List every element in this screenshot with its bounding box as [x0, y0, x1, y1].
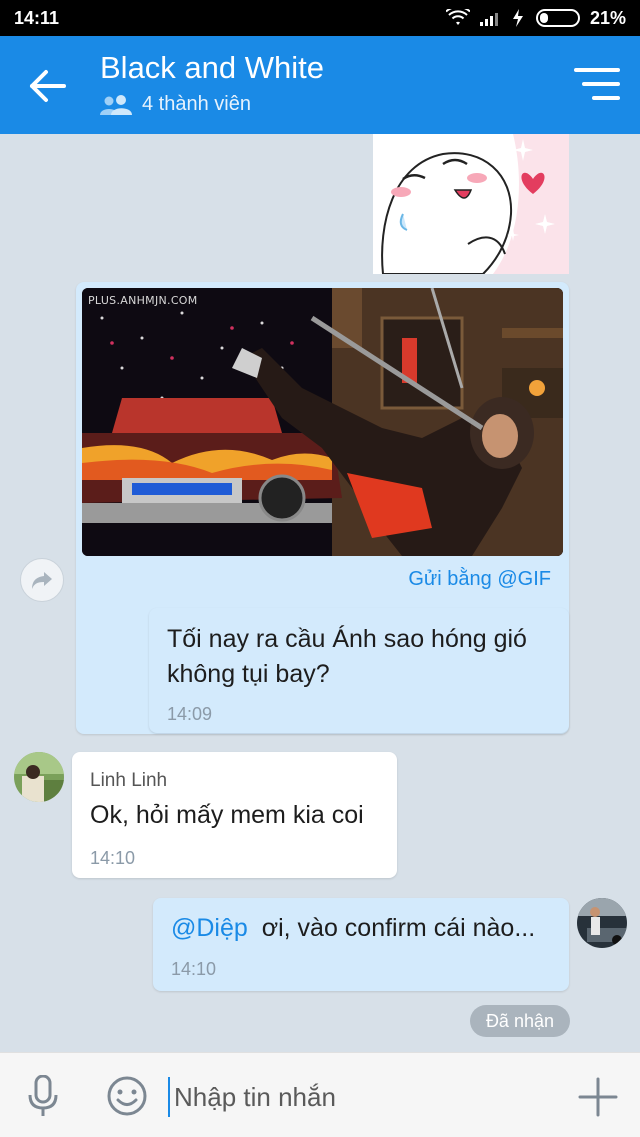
message-text: @Diệp ơi, vào confirm cái nào...: [171, 911, 561, 946]
signal-icon: [479, 13, 498, 26]
attach-button[interactable]: [578, 1077, 618, 1117]
gif-image[interactable]: PLUS.ANHMJN.COM: [82, 288, 563, 556]
sender-name: Linh Linh: [90, 770, 168, 791]
chat-area[interactable]: PLUS.ANHMJN.COM Gửi bằng @GIF Tối nay ra…: [0, 134, 640, 1052]
message-composer: [0, 1052, 640, 1137]
message-body: ơi, vào confirm cái nào...: [261, 914, 536, 942]
share-icon: [32, 572, 52, 589]
sticker-image[interactable]: [373, 134, 569, 274]
status-icons: 21%: [445, 7, 626, 29]
message-bubble-incoming[interactable]: Linh Linh Ok, hỏi mấy mem kia coi 14:10: [72, 752, 397, 878]
status-bar: 14:11 21%: [0, 0, 640, 36]
mic-button[interactable]: [26, 1074, 60, 1117]
share-button[interactable]: [20, 558, 64, 602]
member-count-label: 4 thành viên: [142, 93, 251, 115]
emoji-button[interactable]: [106, 1075, 148, 1117]
back-arrow-icon: [30, 70, 66, 102]
message-time: 14:10: [171, 959, 217, 979]
back-button[interactable]: [26, 64, 70, 108]
menu-button[interactable]: [574, 64, 620, 104]
chat-header: Black and White 4 thành viên: [0, 36, 640, 134]
message-bubble-outgoing[interactable]: Tối nay ra cầu Ánh sao hóng gió không tụ…: [149, 608, 569, 733]
avatar-linh-linh[interactable]: [14, 752, 64, 802]
mention-tag[interactable]: @Diệp: [171, 914, 248, 942]
message-time: 14:10: [90, 848, 136, 868]
battery-icon: [535, 9, 580, 27]
mic-icon: [28, 1074, 58, 1116]
message-text: Ok, hỏi mấy mem kia coi: [90, 801, 364, 829]
message-bubble-outgoing[interactable]: @Diệp ơi, vào confirm cái nào... 14:10: [153, 898, 569, 991]
gif-watermark: PLUS.ANHMJN.COM: [88, 294, 198, 307]
received-status-badge: Đã nhận: [469, 1005, 570, 1037]
message-time: 14:09: [167, 704, 213, 724]
charging-icon: [512, 9, 523, 27]
status-time: 14:11: [14, 7, 60, 28]
member-count[interactable]: 4 thành viên: [100, 93, 251, 116]
message-input[interactable]: [168, 1077, 548, 1117]
wifi-icon: [445, 9, 470, 25]
menu-icon: [574, 68, 620, 100]
plus-icon: [578, 1077, 618, 1117]
gif-via-label[interactable]: Gửi bằng @GIF: [408, 568, 551, 591]
avatar-self[interactable]: [577, 898, 627, 948]
group-title[interactable]: Black and White: [100, 50, 324, 86]
emoji-icon: [107, 1076, 147, 1116]
members-icon: [100, 94, 132, 115]
battery-percent: 21%: [589, 7, 626, 28]
message-text: Tối nay ra cầu Ánh sao hóng gió không tụ…: [167, 625, 527, 688]
